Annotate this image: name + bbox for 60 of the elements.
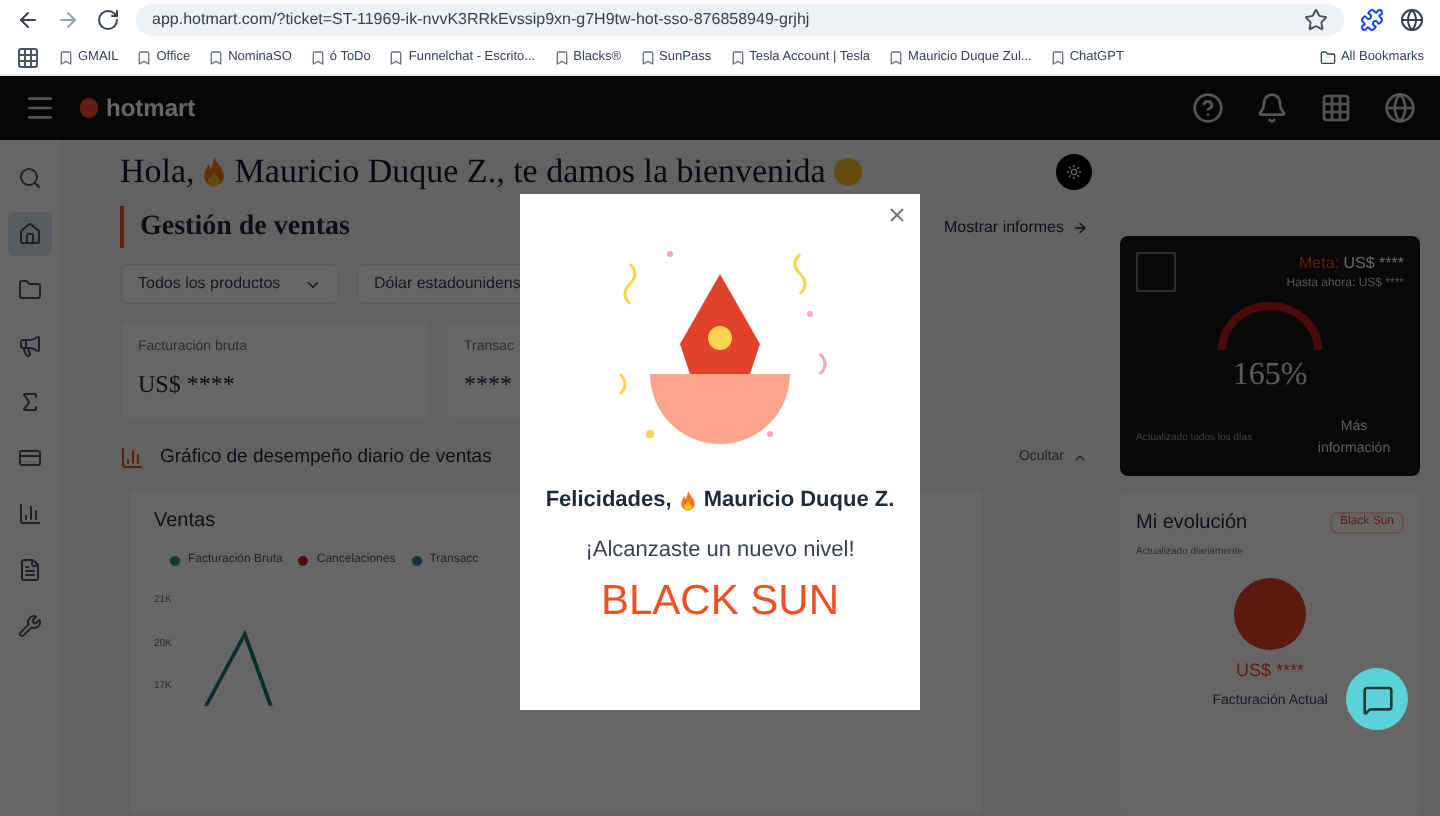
card-icon — [18, 446, 42, 470]
document-icon — [18, 558, 42, 582]
back-icon[interactable] — [16, 8, 40, 32]
bookmark-icon — [309, 49, 326, 65]
address-bar[interactable]: app.hotmart.com/?ticket=ST-11969-ik-nvvK3RRkEvssip9xn-g7H9tw-hot-sso-876858949-grjhj — [136, 4, 1344, 36]
theme-button[interactable] — [1056, 154, 1092, 190]
section-title: Gestión de ventas — [120, 206, 350, 248]
chart-icon — [120, 446, 144, 471]
search-icon — [18, 166, 42, 190]
folder-icon — [18, 278, 42, 302]
logo[interactable]: hotmart — [80, 90, 196, 126]
url-text: app.hotmart.com/?ticket=ST-11969-ik-nvvK3RRkEvssip9xn-g7H9tw-hot-sso-876858949-grjhj — [152, 8, 812, 32]
congrats-text: Felicidades, — [545, 486, 672, 516]
chat-icon — [1361, 683, 1393, 715]
account-icon[interactable] — [1384, 92, 1416, 124]
chart-section-title: Gráfico de desempeño diario de ventas — [160, 444, 492, 472]
evolution-value: US$ **** — [1235, 657, 1305, 683]
goal-percent: 165% — [1232, 358, 1308, 394]
congrats-name: Mauricio Duque Z. — [703, 486, 895, 516]
bookmark-icon — [388, 49, 405, 65]
sun-icon — [1066, 164, 1082, 180]
extension-icon[interactable] — [1360, 8, 1384, 32]
menu-icon[interactable] — [24, 92, 56, 124]
bookmark-icon — [136, 49, 153, 65]
sidebar-item[interactable] — [8, 212, 52, 256]
star-icon[interactable] — [1304, 8, 1328, 32]
apps-grid-icon[interactable] — [1320, 92, 1352, 124]
bookmark-icon — [729, 49, 746, 65]
forward-icon[interactable] — [56, 8, 80, 32]
chart-card-title: Ventas — [154, 508, 216, 537]
sigma-icon — [18, 390, 42, 414]
profile-icon[interactable] — [1400, 8, 1424, 32]
evolution-title: Mi evolución — [1136, 510, 1248, 538]
notifications-icon[interactable] — [1256, 92, 1288, 124]
bookmark-icon — [553, 49, 570, 65]
bookmark-icon — [58, 49, 74, 65]
bookmark-icon — [208, 49, 225, 65]
level-up-message: ¡Alcanzaste un nuevo nivel! — [585, 535, 855, 565]
megaphone-icon — [18, 334, 42, 358]
bookmark-icon — [888, 49, 905, 65]
home-icon — [18, 222, 42, 246]
apps-icon[interactable] — [16, 45, 40, 69]
tools-icon — [18, 614, 42, 638]
folder-icon — [1320, 49, 1337, 65]
greeting-name: Mauricio Duque Z., te damos la bienvenida — [234, 154, 826, 190]
stat-value: **** — [464, 368, 514, 403]
bookmark-icon — [1049, 49, 1066, 65]
help-icon[interactable] — [1192, 92, 1224, 124]
flame-icon — [679, 489, 696, 512]
chart-icon — [18, 502, 42, 526]
reload-icon[interactable] — [96, 8, 120, 32]
arrow-icon — [1072, 219, 1088, 235]
logo-mark-icon — [80, 98, 98, 118]
greeting-text: Hola, — [120, 154, 195, 190]
bookmark-icon — [639, 49, 656, 65]
stat-value: US$ **** — [138, 368, 237, 403]
close-icon — [885, 203, 907, 225]
level-name: BLACK SUN — [600, 576, 840, 628]
flame-icon — [202, 156, 227, 188]
goal-text: Meta: US$ **** — [1299, 252, 1404, 276]
